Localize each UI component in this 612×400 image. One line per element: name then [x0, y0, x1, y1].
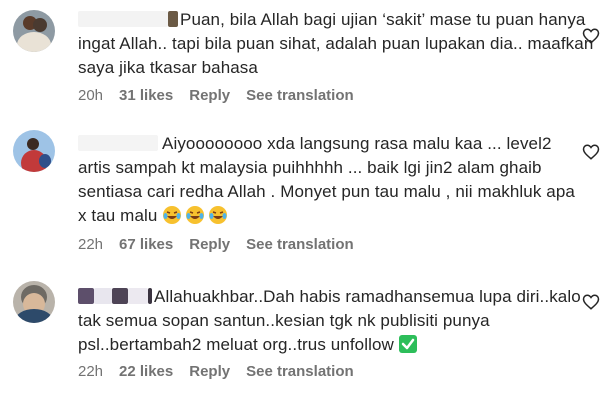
comment-meta: 22h 22 likes Reply See translation — [78, 363, 354, 380]
redacted-username — [78, 288, 94, 304]
comment-time: 22h — [78, 236, 104, 253]
reply-link[interactable]: Reply — [189, 363, 230, 380]
avatar[interactable] — [13, 10, 55, 52]
see-translation-link[interactable]: See translation — [246, 363, 354, 380]
comment-body: Allahuakhbar..Dah habis ramadhansemua lu… — [78, 287, 581, 354]
heart-icon[interactable] — [582, 143, 600, 161]
laughing-crying-emoji-icon — [186, 206, 205, 224]
likes-count[interactable]: 67 likes — [119, 236, 173, 253]
comment-time: 20h — [78, 87, 104, 104]
see-translation-link[interactable]: See translation — [246, 87, 354, 104]
comment-time: 22h — [78, 363, 104, 380]
likes-count[interactable]: 31 likes — [119, 87, 173, 104]
redacted-username — [78, 11, 168, 27]
avatar[interactable] — [13, 130, 55, 172]
comment-meta: 22h 67 likes Reply See translation — [78, 236, 354, 253]
redacted-username — [128, 288, 148, 304]
laughing-crying-emoji-icon — [209, 206, 228, 224]
reply-link[interactable]: Reply — [189, 87, 230, 104]
comment-text: Aiyoooooooo xda langsung rasa malu kaa .… — [78, 132, 583, 228]
redacted-username — [112, 288, 128, 304]
reply-link[interactable]: Reply — [189, 236, 230, 253]
redacted-username — [168, 11, 178, 27]
heart-icon[interactable] — [582, 27, 600, 45]
comment-text: Allahuakhbar..Dah habis ramadhansemua lu… — [78, 285, 583, 357]
check-mark-icon — [398, 335, 417, 353]
avatar[interactable] — [13, 281, 55, 323]
laughing-crying-emoji-icon — [163, 206, 182, 224]
comment-meta: 20h 31 likes Reply See translation — [78, 87, 354, 104]
emoji-row — [162, 206, 231, 225]
redacted-username — [94, 288, 112, 304]
see-translation-link[interactable]: See translation — [246, 236, 354, 253]
comment-text: Puan, bila Allah bagi ujian ‘sakit’ mase… — [78, 8, 598, 80]
redacted-username — [148, 288, 152, 304]
redacted-username — [78, 135, 158, 151]
likes-count[interactable]: 22 likes — [119, 363, 173, 380]
heart-icon[interactable] — [582, 293, 600, 311]
